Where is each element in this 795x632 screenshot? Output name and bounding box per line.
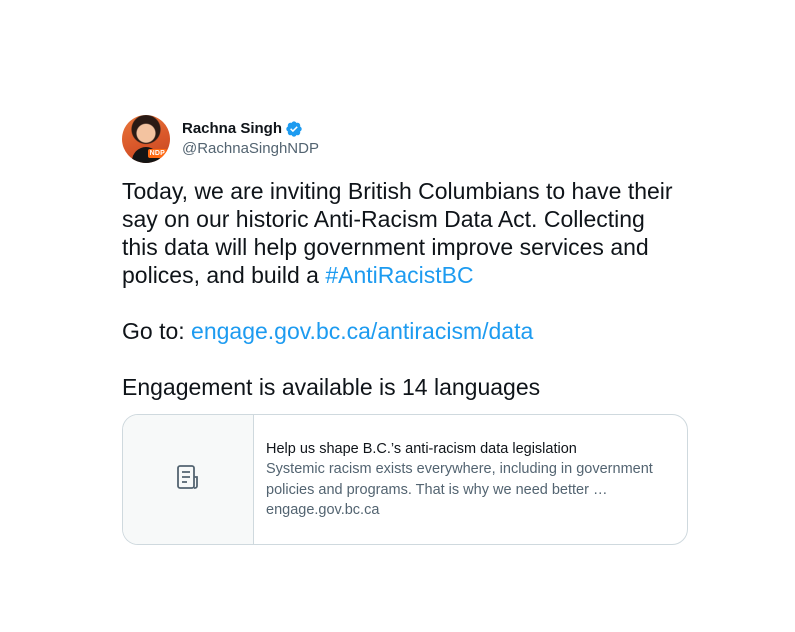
name-row: Rachna Singh (182, 119, 319, 139)
tweet-text: Today, we are inviting British Columbian… (122, 177, 688, 401)
author-info: Rachna Singh @RachnaSinghNDP (182, 119, 319, 159)
tweet-text-line: Today, we are inviting British Columbian… (122, 178, 673, 204)
card-description: policies and programs. That is why we ne… (266, 481, 608, 498)
link-preview-card[interactable]: Help us shape B.C.’s anti-racism data le… (122, 414, 688, 545)
card-title: Help us shape B.C.’s anti-racism data le… (266, 440, 577, 457)
tweet-text-fragment: polices, and build a (122, 262, 326, 288)
tweet-text-line: say on our historic Anti-Racism Data Act… (122, 206, 645, 232)
goto-line: Go to: engage.gov.bc.ca/antiracism/data (122, 317, 688, 345)
hashtag-link[interactable]: #AntiRacistBC (325, 262, 473, 288)
url-link[interactable]: engage.gov.bc.ca/antiracism/data (191, 318, 533, 344)
tweet-text-line: this data will help government improve s… (122, 234, 649, 260)
document-icon (174, 463, 202, 496)
card-thumbnail (123, 415, 254, 544)
goto-prefix: Go to: (122, 318, 192, 344)
author-name[interactable]: Rachna Singh (182, 119, 282, 139)
card-domain: engage.gov.bc.ca (266, 502, 380, 518)
card-body: Help us shape B.C.’s anti-racism data le… (254, 415, 687, 544)
tweet: NDP Rachna Singh @RachnaSinghNDP Today, … (122, 115, 688, 545)
tweet-header: NDP Rachna Singh @RachnaSinghNDP (122, 115, 688, 163)
tweet-text-line: polices, and build a #AntiRacistBC (122, 261, 688, 289)
card-description: Systemic racism exists everywhere, inclu… (266, 461, 653, 477)
avatar-badge: NDP (147, 149, 167, 158)
engagement-line: Engagement is available is 14 languages (122, 374, 541, 400)
author-handle[interactable]: @RachnaSinghNDP (182, 139, 319, 159)
avatar[interactable]: NDP (122, 115, 170, 163)
verified-badge-icon (285, 120, 303, 138)
